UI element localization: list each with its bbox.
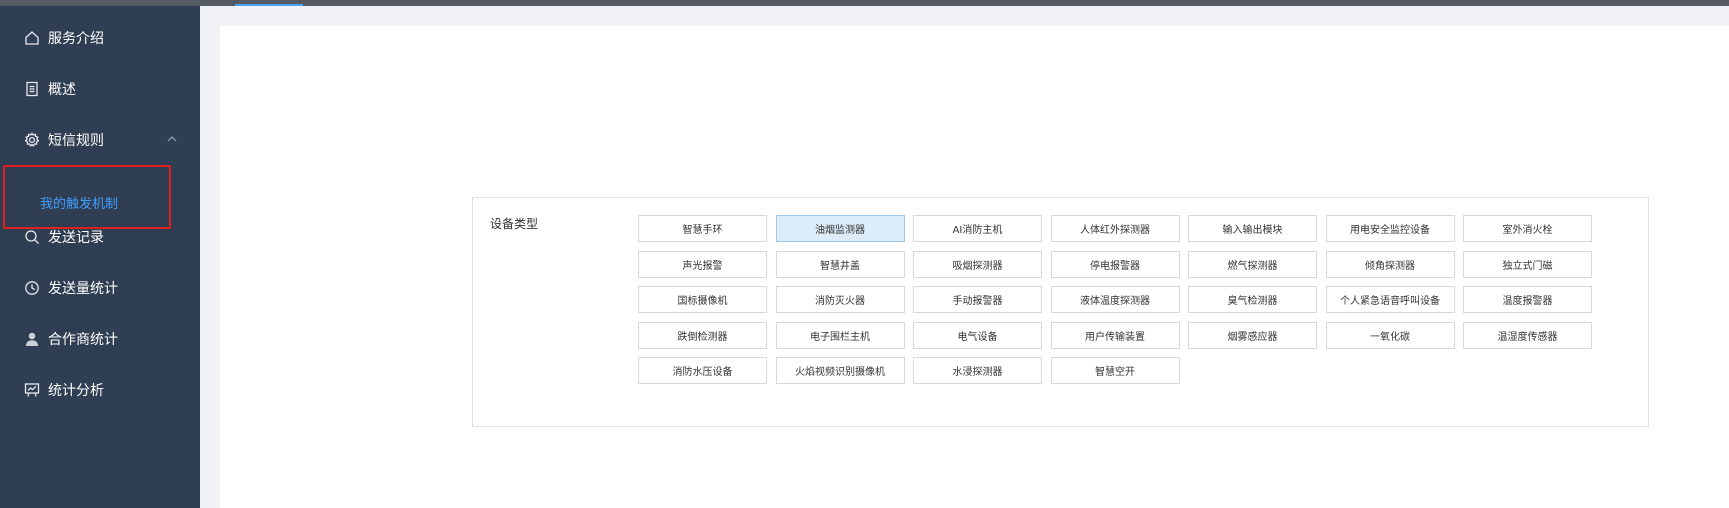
sidebar-item-label: 统计分析: [48, 383, 104, 399]
active-tab-indicator: [235, 4, 303, 6]
device-type-option[interactable]: 用电安全监控设备: [1325, 215, 1455, 242]
device-type-option[interactable]: 用户传输装置: [1050, 321, 1180, 349]
clock-icon: [25, 281, 39, 295]
device-type-option[interactable]: 一氧化碳: [1325, 321, 1455, 349]
sidebar-item-send-volume[interactable]: 发送量统计: [0, 268, 200, 308]
device-type-option[interactable]: 人体红外探测器: [1050, 215, 1180, 242]
document-icon: [26, 81, 38, 97]
device-type-option[interactable]: 火焰视频识别摄像机: [775, 357, 905, 384]
sidebar-item-partner-stats[interactable]: 合作商统计: [0, 319, 200, 359]
device-type-option[interactable]: 烟雾感应器: [1188, 321, 1317, 349]
device-type-option[interactable]: 停电报警器: [1050, 250, 1180, 278]
annotation-highlight-box: [3, 165, 171, 229]
device-type-option[interactable]: 独立式门磁: [1463, 250, 1592, 278]
device-type-option[interactable]: 液体温度探测器: [1050, 286, 1180, 313]
sidebar-item-label: 短信规则: [48, 133, 104, 149]
user-icon: [25, 332, 39, 346]
device-type-option[interactable]: 输入输出模块: [1188, 215, 1317, 242]
home-icon: [25, 31, 39, 45]
presentation-chart-icon: [24, 383, 40, 397]
device-type-option[interactable]: 燃气探测器: [1188, 250, 1317, 278]
main-content: 设备类型 智慧手环 油烟监测器 AI消防主机 人体红外探测器 输入输出模块 用电安全监控设…: [220, 26, 1729, 508]
sidebar-item-sms-rules[interactable]: 短信规则: [0, 120, 200, 160]
device-type-option[interactable]: 温度报警器: [1463, 286, 1592, 313]
sidebar-item-service-intro[interactable]: 服务介绍: [0, 18, 200, 58]
sidebar-item-overview[interactable]: 概述: [0, 69, 200, 109]
device-type-option[interactable]: AI消防主机: [913, 215, 1042, 242]
sidebar-item-label: 服务介绍: [48, 31, 104, 47]
device-type-option[interactable]: 吸烟探测器: [913, 250, 1042, 278]
sidebar-item-label: 概述: [48, 82, 76, 98]
device-type-option[interactable]: 国标摄像机: [638, 286, 767, 313]
device-type-label: 设备类型: [490, 217, 539, 231]
device-type-option[interactable]: 倾角探测器: [1325, 250, 1455, 278]
device-type-option[interactable]: 油烟监测器: [775, 215, 905, 242]
sidebar-item-label: 发送记录: [48, 230, 104, 246]
device-type-option[interactable]: 消防灭火器: [775, 286, 905, 313]
device-type-option[interactable]: 跌倒检测器: [638, 321, 767, 349]
device-type-option[interactable]: 臭气检测器: [1188, 286, 1317, 313]
gear-icon: [24, 132, 40, 147]
device-type-option[interactable]: 声光报警: [638, 250, 767, 278]
device-type-option[interactable]: 手动报警器: [913, 286, 1042, 313]
sidebar-item-stats-analysis[interactable]: 统计分析: [0, 370, 200, 410]
chevron-up-icon[interactable]: [166, 133, 178, 145]
sidebar-item-label: 合作商统计: [48, 332, 118, 348]
sidebar: 服务介绍 概述 短信规则 我的触发机制 发送记录 发送量统计 合作商统计 统计分…: [0, 6, 200, 508]
device-type-option[interactable]: 水浸探测器: [913, 357, 1042, 384]
search-icon: [25, 230, 39, 244]
device-type-option[interactable]: 温湿度传感器: [1463, 321, 1592, 349]
device-type-option[interactable]: 个人紧急语音呼叫设备: [1325, 286, 1455, 313]
device-type-option[interactable]: 室外消火栓: [1463, 215, 1592, 242]
device-type-option[interactable]: 智慧空开: [1050, 357, 1180, 384]
device-type-option[interactable]: 电气设备: [913, 321, 1042, 349]
device-type-option[interactable]: 智慧手环: [638, 215, 767, 242]
sidebar-item-label: 发送量统计: [48, 281, 118, 297]
device-type-panel: 设备类型 智慧手环 油烟监测器 AI消防主机 人体红外探测器 输入输出模块 用电安全监控设…: [472, 197, 1649, 427]
device-type-option[interactable]: 电子围栏主机: [775, 321, 905, 349]
device-type-option[interactable]: 智慧井盖: [775, 250, 905, 278]
device-type-option[interactable]: 消防水压设备: [638, 357, 767, 384]
